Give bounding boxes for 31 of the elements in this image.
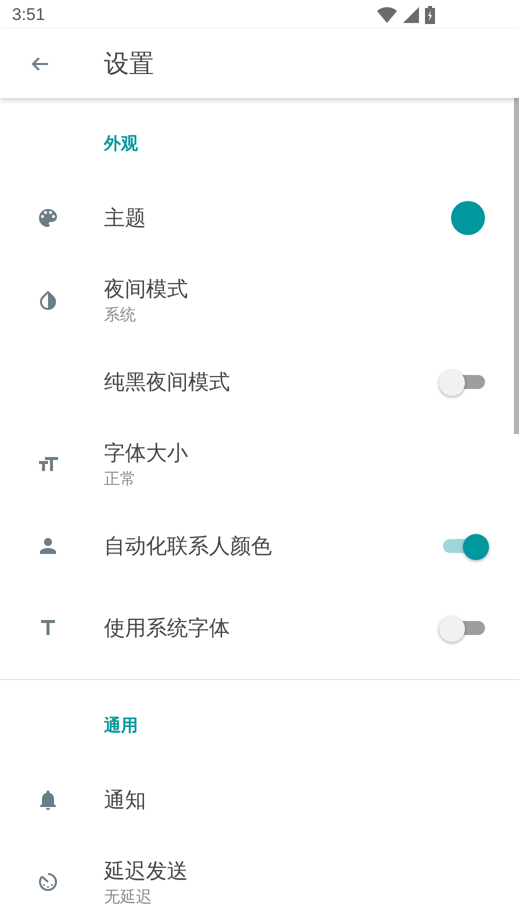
settings-row[interactable]: 夜间模式 系统 bbox=[0, 259, 513, 341]
timer-icon bbox=[36, 870, 60, 894]
palette-icon bbox=[36, 206, 60, 230]
battery-icon bbox=[425, 6, 435, 24]
settings-row[interactable]: 纯黑夜间模式 bbox=[0, 341, 513, 423]
settings-row[interactable]: 字体大小 正常 bbox=[0, 423, 513, 505]
row-title: 使用系统字体 bbox=[104, 615, 231, 642]
row-summary: 无延迟 bbox=[104, 886, 153, 908]
row-title: 自动化联系人颜色 bbox=[104, 533, 273, 560]
status-time: 3:51 bbox=[12, 4, 46, 25]
settings-row[interactable]: 自动化联系人颜色 bbox=[0, 505, 513, 587]
row-title: 纯黑夜间模式 bbox=[104, 369, 231, 396]
row-title: 夜间模式 bbox=[104, 276, 189, 302]
section-header: 外观 bbox=[102, 133, 139, 156]
settings-row[interactable]: 主题 bbox=[0, 177, 513, 259]
row-title: 字体大小 bbox=[104, 440, 189, 466]
row-summary: 系统 bbox=[104, 304, 137, 326]
toolbar-title: 设置 bbox=[104, 48, 154, 80]
toggle-switch[interactable] bbox=[439, 368, 485, 396]
row-title: 通知 bbox=[104, 787, 147, 814]
settings-row[interactable]: 使用系统字体 bbox=[0, 587, 513, 669]
toggle-switch[interactable] bbox=[439, 614, 485, 642]
color-dot[interactable] bbox=[451, 201, 485, 235]
wifi-icon bbox=[377, 6, 397, 23]
section-header: 通用 bbox=[103, 715, 139, 738]
settings-row[interactable]: 延迟发送 无延迟 bbox=[0, 841, 513, 923]
row-title: 主题 bbox=[104, 205, 147, 232]
row-summary: 正常 bbox=[104, 468, 137, 490]
row-title: 延迟发送 bbox=[104, 858, 189, 884]
signal-icon bbox=[403, 6, 419, 23]
settings-row[interactable]: 通知 bbox=[0, 759, 513, 841]
